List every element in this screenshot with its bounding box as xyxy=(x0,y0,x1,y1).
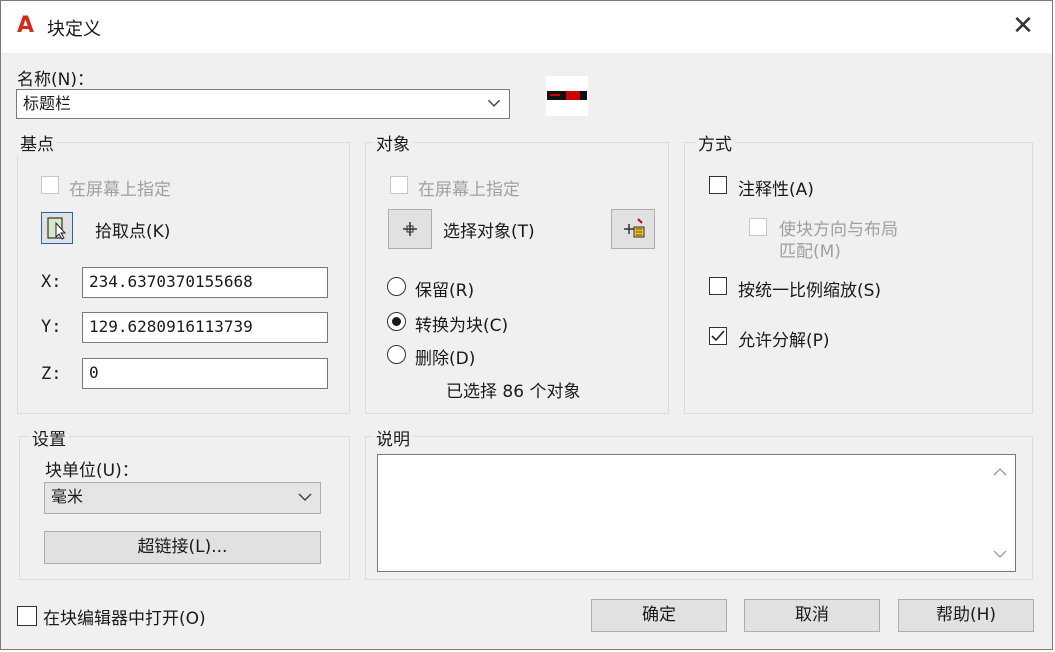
pick-point-label: 拾取点(K) xyxy=(95,222,171,242)
block-unit-value: 毫米 xyxy=(51,487,84,506)
window-title: 块定义 xyxy=(47,19,101,40)
pick-point-button[interactable] xyxy=(41,212,73,244)
selected-count-text: 已选择 86 个对象 xyxy=(446,382,581,402)
hyperlink-button[interactable]: 超链接(L)... xyxy=(44,531,321,564)
help-button[interactable]: 帮助(H) xyxy=(898,599,1034,632)
convert-to-block-radio[interactable] xyxy=(387,312,406,331)
scale-uniformly-checkbox[interactable] xyxy=(709,277,727,295)
crosshair-icon xyxy=(403,222,417,236)
block-preview-icon xyxy=(546,76,588,116)
objects-specify-onscreen-label: 在屏幕上指定 xyxy=(418,180,520,200)
block-unit-combobox[interactable]: 毫米 xyxy=(44,482,321,514)
annotative-label: 注释性(A) xyxy=(738,180,814,200)
name-combobox[interactable]: 标题栏 xyxy=(16,89,510,119)
allow-exploding-checkbox[interactable] xyxy=(709,327,727,345)
description-title: 说明 xyxy=(373,425,413,450)
quick-select-icon xyxy=(624,218,645,238)
title-bar: A 块定义 ✕ xyxy=(1,1,1052,53)
match-orientation-label-2: 匹配(M) xyxy=(779,242,841,262)
x-label: X: xyxy=(41,272,62,292)
block-unit-label: 块单位(U)： xyxy=(45,461,139,481)
x-coordinate-input[interactable]: 234.6370370155668 xyxy=(82,267,328,298)
delete-label: 删除(D) xyxy=(415,349,476,369)
retain-label: 保留(R) xyxy=(415,281,475,301)
select-objects-button[interactable] xyxy=(388,209,432,249)
pick-point-icon xyxy=(47,217,67,240)
chevron-down-icon xyxy=(298,493,312,502)
objects-specify-onscreen-checkbox[interactable] xyxy=(390,176,408,194)
open-in-editor-label: 在块编辑器中打开(O) xyxy=(43,609,206,629)
ok-button[interactable]: 确定 xyxy=(591,599,727,632)
retain-radio[interactable] xyxy=(387,277,406,296)
annotative-checkbox[interactable] xyxy=(709,176,727,194)
base-specify-onscreen-checkbox[interactable] xyxy=(41,176,59,194)
autocad-logo-icon: A xyxy=(17,13,35,38)
description-value xyxy=(378,455,1015,463)
close-icon[interactable]: ✕ xyxy=(1008,11,1038,41)
settings-title: 设置 xyxy=(29,425,69,450)
base-point-title: 基点 xyxy=(17,130,57,155)
scroll-up-icon[interactable] xyxy=(993,467,1007,477)
scale-uniformly-label: 按统一比例缩放(S) xyxy=(738,281,882,301)
description-textarea[interactable] xyxy=(377,454,1016,572)
open-in-editor-checkbox[interactable] xyxy=(17,606,37,626)
chevron-down-icon xyxy=(487,99,501,107)
scroll-down-icon[interactable] xyxy=(993,549,1007,559)
z-coordinate-input[interactable]: 0 xyxy=(82,358,328,389)
match-orientation-checkbox[interactable] xyxy=(749,218,767,236)
block-definition-dialog: A 块定义 ✕ 名称(N)： 标题栏 基点 在屏幕上指定 拾取点(K) X: 2… xyxy=(0,0,1053,650)
checkmark-icon xyxy=(711,330,725,342)
objects-title: 对象 xyxy=(373,130,413,155)
delete-radio[interactable] xyxy=(387,345,406,364)
quick-select-button[interactable] xyxy=(611,209,655,249)
convert-to-block-label: 转换为块(C) xyxy=(415,316,509,336)
select-objects-label: 选择对象(T) xyxy=(443,222,535,242)
allow-exploding-label: 允许分解(P) xyxy=(738,331,830,351)
z-label: Z: xyxy=(41,364,62,384)
behavior-title: 方式 xyxy=(695,130,735,155)
name-label: 名称(N)： xyxy=(17,70,94,90)
cancel-button[interactable]: 取消 xyxy=(744,599,880,632)
y-label: Y: xyxy=(41,317,62,337)
name-value: 标题栏 xyxy=(23,94,72,113)
y-coordinate-input[interactable]: 129.6280916113739 xyxy=(82,312,328,343)
base-specify-onscreen-label: 在屏幕上指定 xyxy=(69,180,171,200)
